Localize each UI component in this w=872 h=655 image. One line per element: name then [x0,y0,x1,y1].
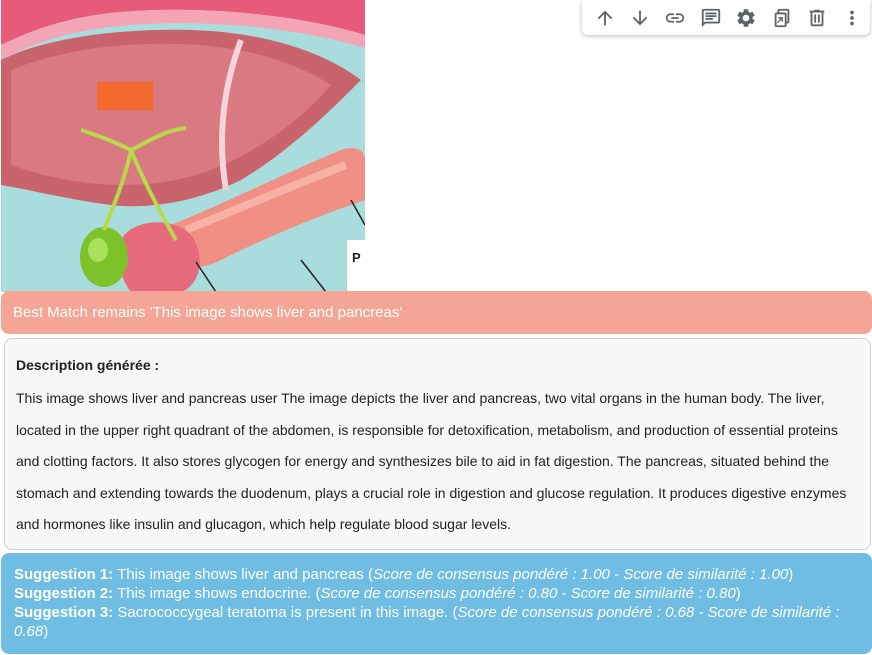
best-match-banner: Best Match remains 'This image shows liv… [1,291,872,334]
delete-button[interactable] [799,3,834,33]
generated-description-box: Description générée : This image shows l… [4,338,871,550]
paren-close: ) [43,623,49,640]
suggestion-score: Score de consensus pondéré : 1.00 - Scor… [373,566,789,583]
copy-button[interactable] [764,3,799,33]
settings-button[interactable] [729,3,764,33]
gear-icon [737,8,755,27]
paren-close: ) [788,566,794,583]
more-vert-icon [850,10,855,25]
more-options-button[interactable] [835,3,870,33]
link-icon [666,12,685,23]
description-body: This image shows liver and pancreas user… [16,390,847,533]
suggestions-box: Suggestion 1: This image shows liver and… [1,553,872,654]
best-match-text: Best Match remains 'This image shows liv… [13,304,403,321]
liver-pancreas-illustration: P [1,0,365,292]
move-down-button[interactable] [622,3,657,33]
suggestion-label: Suggestion 3: [14,604,114,621]
suggestion-text: Sacrococcygeal teratoma is present in th… [117,604,449,621]
partial-label: P [352,250,361,265]
suggestion-item: Suggestion 2: This image shows endocrine… [14,584,859,603]
paren-close: ) [735,585,741,602]
suggestion-score: Score de consensus pondéré : 0.80 - Scor… [320,585,736,602]
suggestion-item: Suggestion 3: Sacrococcygeal teratoma is… [14,603,859,641]
comment-button[interactable] [693,3,728,33]
suggestion-text: This image shows liver and pancreas [117,566,364,583]
suggestion-label: Suggestion 1: [14,566,114,583]
description-heading: Description générée : [16,357,160,373]
copy-icon [774,8,789,27]
suggestion-label: Suggestion 2: [14,585,114,602]
anatomy-drawing: P [1,0,365,292]
trash-icon [809,9,825,26]
arrow-up-icon [597,10,613,25]
suggestion-text: This image shows endocrine. [117,585,312,602]
suggestion-item: Suggestion 1: This image shows liver and… [14,565,859,584]
move-up-button[interactable] [587,3,622,33]
arrow-down-icon [632,10,648,25]
cell-toolbar [582,0,870,35]
comment-icon [701,8,720,27]
link-button[interactable] [658,3,693,33]
